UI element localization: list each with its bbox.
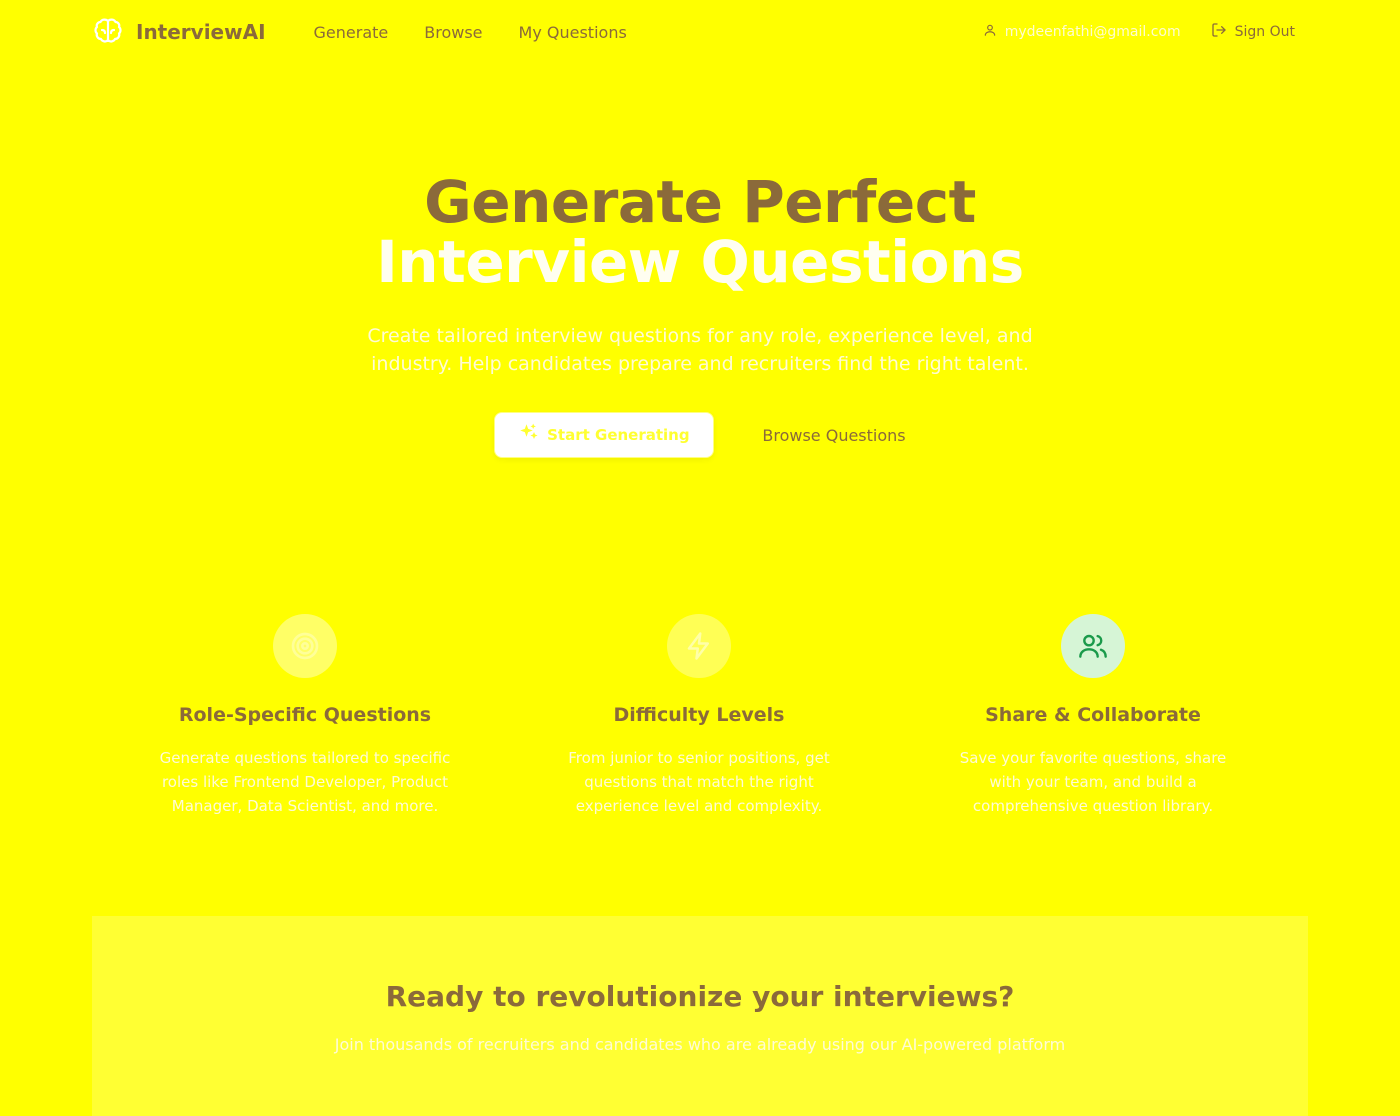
feature-difficulty: Difficulty Levels From junior to senior … xyxy=(502,614,896,818)
start-generating-button[interactable]: Start Generating xyxy=(494,412,715,458)
feature-desc: From junior to senior positions, get que… xyxy=(568,749,830,815)
target-icon xyxy=(273,614,337,678)
feature-role-specific: Role-Specific Questions Generate questio… xyxy=(108,614,502,818)
feature-title: Difficulty Levels xyxy=(613,704,785,726)
features-section: Role-Specific Questions Generate questio… xyxy=(108,614,1292,818)
sparkles-icon xyxy=(519,423,539,447)
cta-title: Ready to revolutionize your interviews? xyxy=(385,980,1015,1013)
feature-share: Share & Collaborate Save your favorite q… xyxy=(896,614,1290,818)
hero-section: Generate Perfect Interview Questions Cre… xyxy=(0,172,1400,458)
feature-desc: Generate questions tailored to specific … xyxy=(159,749,451,815)
nav-link-my-questions[interactable]: My Questions xyxy=(519,23,627,42)
top-nav: InterviewAI Generate Browse My Questions… xyxy=(92,14,1295,50)
sign-out-icon xyxy=(1211,22,1227,42)
brand-name: InterviewAI xyxy=(136,20,266,44)
cta-section: Ready to revolutionize your interviews? … xyxy=(92,916,1308,1116)
browse-questions-link[interactable]: Browse Questions xyxy=(762,426,905,445)
hero-subtitle: Create tailored interview questions for … xyxy=(367,325,1033,375)
start-generating-label: Start Generating xyxy=(547,426,690,444)
hero-actions: Start Generating Browse Questions xyxy=(0,412,1400,458)
user-info: mydeenfathi@gmail.com xyxy=(983,23,1181,41)
brain-icon xyxy=(92,16,124,48)
user-icon xyxy=(983,23,997,41)
users-icon xyxy=(1061,614,1125,678)
hero-title: Generate Perfect Interview Questions xyxy=(0,172,1400,292)
user-email: mydeenfathi@gmail.com xyxy=(1004,24,1181,40)
sign-out-button[interactable]: Sign Out xyxy=(1211,22,1295,42)
nav-link-generate[interactable]: Generate xyxy=(314,23,389,42)
nav-right: mydeenfathi@gmail.com Sign Out xyxy=(983,22,1295,42)
hero-title-line2: Interview Questions xyxy=(376,228,1024,296)
brand-logo[interactable]: InterviewAI xyxy=(92,16,266,48)
hero-title-line1: Generate Perfect xyxy=(424,168,976,236)
cta-subtitle: Join thousands of recruiters and candida… xyxy=(334,1035,1066,1054)
feature-title: Share & Collaborate xyxy=(985,704,1201,726)
feature-title: Role-Specific Questions xyxy=(178,704,432,726)
lightning-icon xyxy=(667,614,731,678)
feature-desc: Save your favorite questions, share with… xyxy=(959,749,1227,815)
nav-link-browse[interactable]: Browse xyxy=(424,23,482,42)
nav-links: Generate Browse My Questions xyxy=(314,23,627,42)
sign-out-label: Sign Out xyxy=(1234,24,1295,40)
